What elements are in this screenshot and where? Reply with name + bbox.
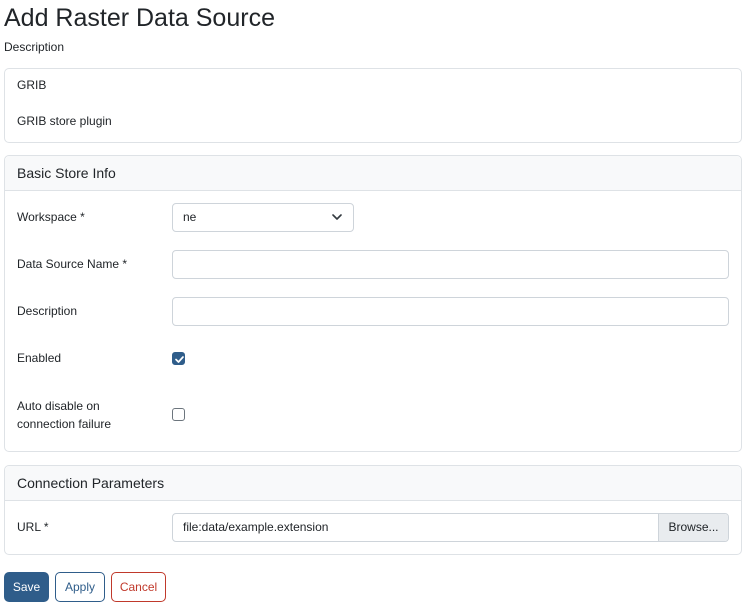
url-input[interactable]: file:data/example.extension [173,514,658,541]
auto-disable-label-line1: Auto disable on [17,399,100,413]
workspace-select[interactable]: ne [172,203,354,232]
apply-button[interactable]: Apply [55,572,105,602]
enabled-checkbox[interactable] [172,352,185,365]
description-input[interactable] [172,297,729,326]
auto-disable-label-line2: connection failure [17,417,112,431]
description-label: Description [17,304,78,318]
auto-disable-checkbox[interactable] [172,408,185,421]
connection-parameters-header: Connection Parameters [5,466,741,501]
page-subtitle: Description [4,40,65,54]
chevron-down-icon [332,214,342,220]
page-title: Add Raster Data Source [4,4,275,32]
add-raster-data-source-page: Add Raster Data Source Description GRIB … [0,0,747,605]
url-input-group: file:data/example.extension Browse... [172,513,729,542]
data-source-name-input[interactable] [172,250,729,279]
basic-store-info-header: Basic Store Info [5,156,741,191]
store-type-info-panel: GRIB GRIB store plugin [4,68,742,143]
url-label: URL * [17,520,49,534]
workspace-selected-value: ne [183,210,197,224]
store-type-description: GRIB store plugin [17,114,112,128]
basic-store-info-panel: Basic Store Info Workspace * ne Data Sou… [4,155,742,452]
cancel-button[interactable]: Cancel [111,572,166,602]
connection-parameters-panel: Connection Parameters URL * file:data/ex… [4,465,742,555]
workspace-label: Workspace * [17,210,85,224]
store-type-name: GRIB [17,78,47,92]
enabled-label: Enabled [17,351,62,365]
data-source-name-label: Data Source Name * [17,257,128,271]
browse-button[interactable]: Browse... [658,514,728,541]
checkmark-icon [175,356,184,363]
save-button[interactable]: Save [4,572,49,602]
